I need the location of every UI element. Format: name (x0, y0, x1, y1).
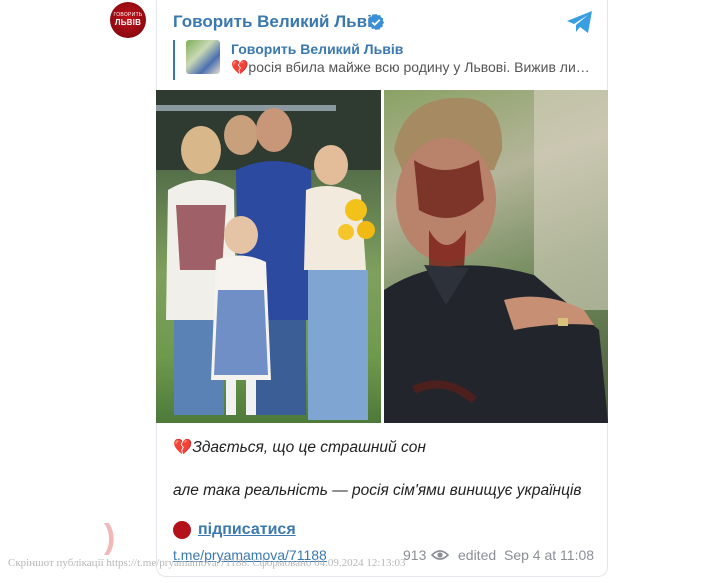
subscribe-channel-icon (173, 521, 191, 539)
view-count: 913 (403, 547, 427, 563)
family-photo[interactable] (156, 90, 381, 423)
message-line-2: але така реальність — росія сім'ями вини… (173, 482, 582, 499)
family-photo-illustration (156, 90, 381, 420)
telegram-plane-icon[interactable] (566, 10, 594, 34)
message-line-1: 💔Здається, що це страшний сон (173, 438, 426, 457)
reply-channel-name: Говорить Великий Львів (231, 41, 404, 57)
message-line-1-text: Здається, що це страшний сон (192, 439, 426, 456)
screenshot-watermark: Скріншот публікації https://t.me/pryamam… (8, 557, 406, 569)
survivor-photo-illustration (384, 90, 608, 423)
subscribe-link[interactable]: підписатися (198, 521, 296, 539)
eye-icon (431, 550, 449, 560)
avatar-logo-line2: ЛЬВІВ (114, 18, 142, 27)
channel-avatar[interactable]: ГОВОРИТЬ ЛЬВІВ (110, 2, 146, 38)
channel-title[interactable]: Говорить Великий Львів (173, 12, 382, 32)
edited-label: edited (458, 547, 497, 563)
watermark-logo: ) (104, 518, 116, 556)
reply-text: 💔росія вбила майже всю родину у Львові. … (231, 59, 590, 75)
verified-badge-icon (367, 13, 385, 31)
reply-thumbnail (186, 40, 220, 74)
survivor-photo[interactable] (384, 90, 608, 423)
broken-heart-emoji: 💔 (173, 439, 193, 456)
post-date: Sep 4 at 11:08 (504, 547, 595, 563)
